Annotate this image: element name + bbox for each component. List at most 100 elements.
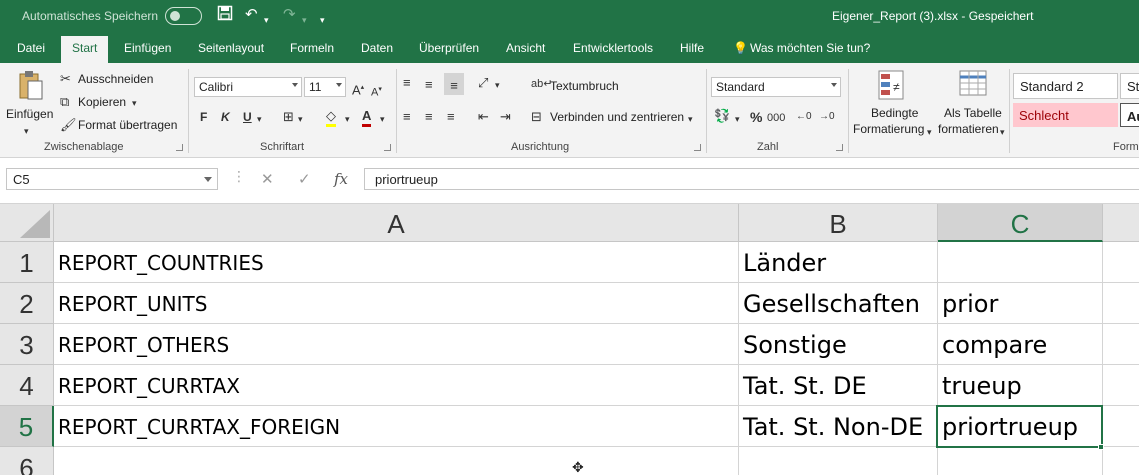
formula-input[interactable]: priortrueup [364, 168, 1139, 190]
save-icon[interactable] [217, 5, 233, 27]
cell-a5[interactable]: REPORT_CURRTAX_FOREIGN [54, 406, 739, 447]
cell-d1[interactable] [1103, 242, 1139, 283]
cancel-icon[interactable]: ✕ [261, 170, 274, 188]
conditional-dropdown-icon[interactable]: ▾ [927, 124, 932, 140]
cell-b5[interactable]: Tat. St. Non-DE [739, 406, 938, 447]
column-header-d[interactable] [1103, 204, 1139, 242]
tab-datei[interactable]: Datei [17, 41, 45, 55]
paste-dropdown-icon[interactable]: ▾ [24, 123, 29, 139]
cell-d3[interactable] [1103, 324, 1139, 365]
paste-icon[interactable] [15, 69, 47, 108]
increase-font-icon[interactable]: A▴ [352, 80, 364, 98]
autosave-toggle[interactable] [165, 7, 202, 25]
tab-seitenlayout[interactable]: Seitenlayout [198, 41, 264, 55]
align-right-icon[interactable]: ≡ [447, 109, 455, 125]
row-header-1[interactable]: 1 [0, 242, 54, 283]
cell-b3[interactable]: Sonstige [739, 324, 938, 365]
tab-entwicklertools[interactable]: Entwicklertools [573, 41, 653, 55]
thousands-button[interactable]: 000 [767, 110, 785, 126]
orientation-icon[interactable]: ⤢ [478, 75, 488, 91]
undo-icon[interactable]: ↶ [245, 5, 258, 25]
font-size-combo[interactable]: 11 [304, 77, 346, 97]
tell-me-search[interactable]: Was möchten Sie tun? [750, 41, 870, 55]
currency-icon[interactable]: 💱 [714, 108, 730, 124]
format-table-dropdown-icon[interactable]: ▾ [1000, 124, 1005, 140]
cell-style-partial-1[interactable]: St [1120, 73, 1139, 99]
cell-a3[interactable]: REPORT_OTHERS [54, 324, 739, 365]
tab-formeln[interactable]: Formeln [290, 41, 334, 55]
font-launcher-icon[interactable] [384, 144, 391, 151]
column-header-a[interactable]: A [54, 204, 739, 242]
cell-c1[interactable] [938, 242, 1103, 283]
increase-indent-icon[interactable]: ⇥ [500, 109, 511, 125]
tab-ansicht[interactable]: Ansicht [506, 41, 545, 55]
format-as-table-line2[interactable]: formatieren [938, 122, 999, 136]
decrease-font-icon[interactable]: A▾ [371, 82, 382, 101]
cell-style-standard2[interactable]: Standard 2 [1013, 73, 1118, 99]
bold-button[interactable]: F [200, 109, 207, 125]
name-box[interactable]: C5 [6, 168, 218, 190]
format-as-table-line1[interactable]: Als Tabelle [944, 106, 1002, 120]
cell-d6[interactable] [1103, 447, 1139, 475]
cell-d2[interactable] [1103, 283, 1139, 324]
cell-b2[interactable]: Gesellschaften [739, 283, 938, 324]
undo-dropdown-icon[interactable]: ▾ [264, 10, 269, 30]
align-bottom-icon[interactable]: ≡ [444, 73, 464, 95]
customize-toolbar-icon[interactable]: ▾ [320, 10, 325, 30]
row-header-4[interactable]: 4 [0, 365, 54, 406]
copy-dropdown-icon[interactable]: ▾ [132, 95, 137, 111]
font-color-dropdown-icon[interactable]: ▾ [380, 111, 385, 127]
cell-d4[interactable] [1103, 365, 1139, 406]
decrease-indent-icon[interactable]: ⇤ [478, 109, 489, 125]
paste-button[interactable]: Einfügen [6, 107, 53, 121]
cell-a2[interactable]: REPORT_UNITS [54, 283, 739, 324]
row-header-3[interactable]: 3 [0, 324, 54, 365]
italic-button[interactable]: K [221, 109, 230, 125]
cell-c4[interactable]: trueup [938, 365, 1103, 406]
align-top-icon[interactable]: ≡ [403, 75, 411, 91]
align-left-icon[interactable]: ≡ [403, 109, 411, 125]
fill-handle[interactable] [1098, 444, 1104, 450]
redo-dropdown-icon[interactable]: ▾ [302, 10, 307, 30]
cell-a4[interactable]: REPORT_CURRTAX [54, 365, 739, 406]
wrap-text-button[interactable]: Textumbruch [550, 79, 619, 93]
font-color-icon[interactable]: A [362, 108, 372, 127]
borders-dropdown-icon[interactable]: ▾ [298, 111, 303, 127]
fill-color-icon[interactable]: ◇ [326, 108, 336, 127]
orientation-dropdown-icon[interactable]: ▾ [495, 77, 500, 93]
format-painter-button[interactable]: Format übertragen [78, 118, 177, 132]
underline-button[interactable]: U [243, 109, 252, 125]
cell-c6[interactable] [938, 447, 1103, 475]
alignment-launcher-icon[interactable] [694, 144, 701, 151]
column-header-b[interactable]: B [739, 204, 938, 242]
underline-dropdown-icon[interactable]: ▾ [257, 111, 262, 127]
clipboard-launcher-icon[interactable] [176, 144, 183, 151]
row-header-5[interactable]: 5 [0, 406, 54, 447]
tab-hilfe[interactable]: Hilfe [680, 41, 704, 55]
merge-dropdown-icon[interactable]: ▾ [688, 111, 693, 127]
cell-a6[interactable] [54, 447, 739, 475]
fill-color-dropdown-icon[interactable]: ▾ [345, 111, 350, 127]
cell-style-schlecht[interactable]: Schlecht [1013, 103, 1118, 127]
cell-b6[interactable] [739, 447, 938, 475]
tab-daten[interactable]: Daten [361, 41, 393, 55]
conditional-formatting-line1[interactable]: Bedingte [871, 106, 918, 120]
cell-c5[interactable]: priortrueup [938, 406, 1103, 447]
insert-function-icon[interactable]: fx [334, 170, 348, 188]
conditional-formatting-line2[interactable]: Formatierung [853, 122, 924, 136]
redo-icon[interactable]: ↷ [283, 5, 296, 25]
row-header-2[interactable]: 2 [0, 283, 54, 324]
number-format-combo[interactable]: Standard [711, 77, 841, 97]
tab-ueberpruefen[interactable]: Überprüfen [419, 41, 479, 55]
column-header-c[interactable]: C [938, 204, 1103, 242]
tab-start[interactable]: Start [61, 36, 109, 63]
cut-button[interactable]: Ausschneiden [78, 72, 153, 86]
align-center-icon[interactable]: ≡ [425, 109, 433, 125]
row-header-6[interactable]: 6 [0, 447, 54, 475]
enter-icon[interactable]: ✓ [298, 170, 311, 188]
select-all-corner[interactable] [0, 204, 54, 242]
cell-c2[interactable]: prior [938, 283, 1103, 324]
currency-dropdown-icon[interactable]: ▾ [735, 111, 740, 127]
cell-a1[interactable]: REPORT_COUNTRIES [54, 242, 739, 283]
increase-decimal-icon[interactable]: ←0 [796, 109, 812, 125]
